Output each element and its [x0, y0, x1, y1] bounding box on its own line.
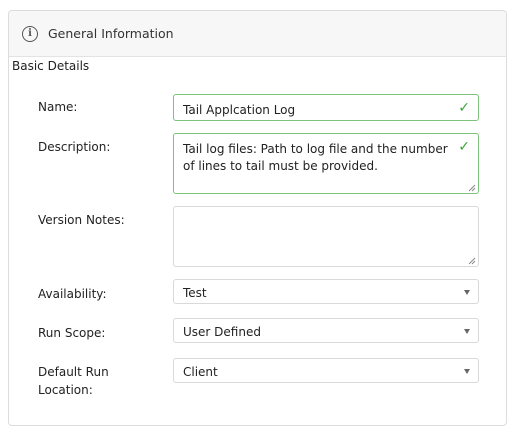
caret-down-icon — [464, 290, 470, 295]
caret-down-icon — [464, 369, 470, 374]
default-run-location-value: Client — [183, 365, 218, 379]
panel-title: General Information — [48, 26, 174, 41]
version-notes-label: Version Notes: — [38, 213, 125, 227]
section-title: Basic Details — [12, 59, 90, 73]
name-label: Name: — [38, 100, 78, 114]
availability-value: Test — [183, 286, 207, 300]
caret-down-icon — [464, 329, 470, 334]
checkmark-icon: ✓ — [458, 139, 470, 155]
default-run-location-select[interactable]: Client — [173, 358, 479, 383]
version-notes-textarea[interactable] — [173, 206, 479, 267]
name-input[interactable]: Tail Applcation Log ✓ — [173, 94, 479, 121]
panel-header: i General Information — [9, 11, 506, 57]
description-textarea[interactable]: Tail log files: Path to log file and the… — [173, 133, 479, 194]
run-scope-label: Run Scope: — [38, 326, 106, 340]
resize-handle-icon[interactable] — [468, 257, 476, 265]
name-value: Tail Applcation Log — [183, 103, 296, 117]
run-scope-value: User Defined — [183, 325, 261, 339]
availability-select[interactable]: Test — [173, 279, 479, 304]
availability-label: Availability: — [38, 287, 107, 301]
default-run-location-label: Default Run Location: — [38, 365, 109, 397]
run-scope-select[interactable]: User Defined — [173, 318, 479, 343]
description-label: Description: — [38, 140, 111, 154]
checkmark-icon: ✓ — [458, 100, 470, 116]
description-value: Tail log files: Path to log file and the… — [183, 142, 448, 173]
resize-handle-icon[interactable] — [468, 184, 476, 192]
info-icon: i — [22, 25, 38, 42]
